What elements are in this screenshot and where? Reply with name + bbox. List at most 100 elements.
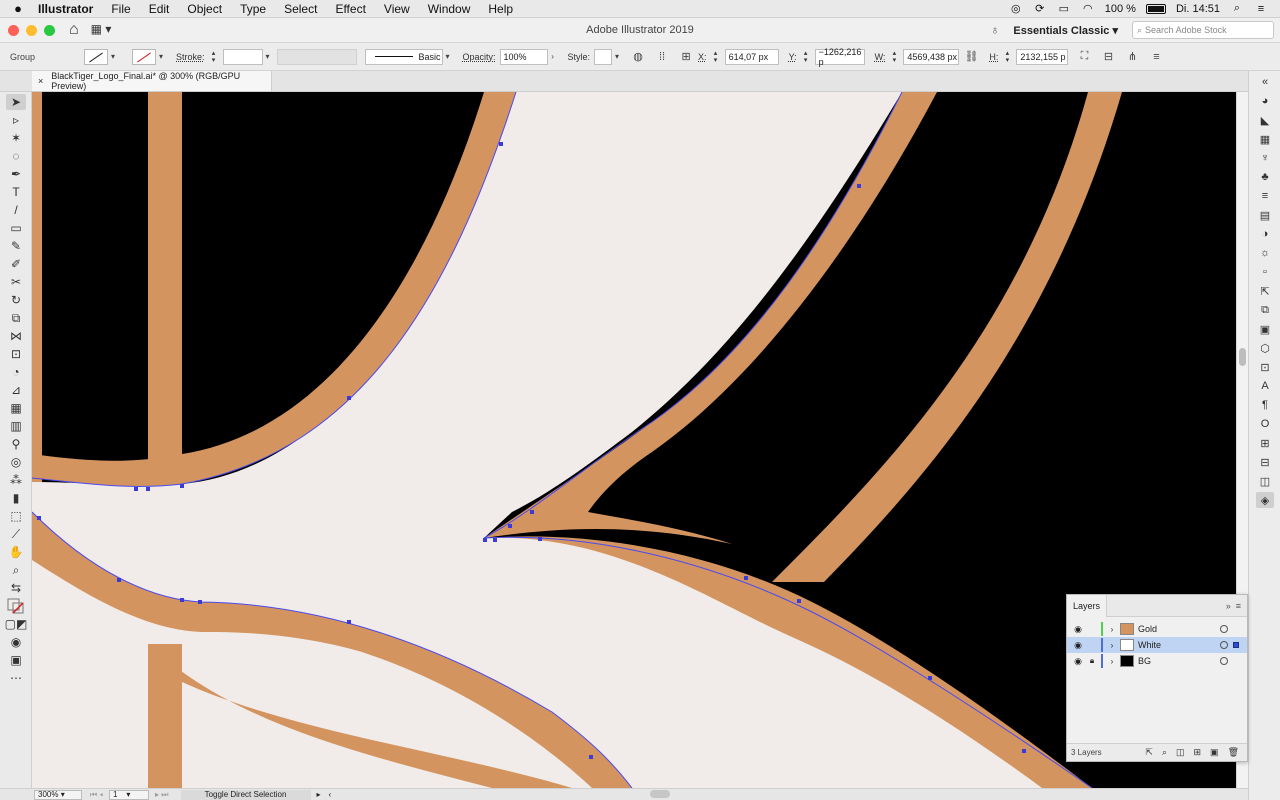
anchor-point[interactable] xyxy=(347,396,351,400)
stroke-panel-icon[interactable]: ≡ xyxy=(1256,188,1274,204)
anchor-point[interactable] xyxy=(744,576,748,580)
anchor-point[interactable] xyxy=(797,599,801,603)
sync-icon[interactable]: ⟳ xyxy=(1033,3,1047,15)
hand-tool-icon[interactable]: ✋ xyxy=(6,544,26,560)
wifi-icon[interactable]: ◠ xyxy=(1081,3,1095,15)
line-segment-tool-icon[interactable]: / xyxy=(6,202,26,218)
document-tab[interactable]: × BlackTiger_Logo_Final.ai* @ 300% (RGB/… xyxy=(32,71,272,91)
spotlight-search-icon[interactable]: ⌕ xyxy=(1230,2,1244,15)
battery-icon[interactable] xyxy=(1145,3,1166,14)
delete-layer-icon[interactable]: 🗑︎ xyxy=(1228,747,1239,758)
layer-row-bg[interactable]: ◉ 🔒︎ › BG xyxy=(1067,653,1247,669)
fill-swatch[interactable] xyxy=(84,48,108,65)
drawing-modes-icon[interactable]: ◉ xyxy=(6,634,26,650)
notification-center-icon[interactable]: ≡ xyxy=(1254,3,1268,15)
color-guide-icon[interactable]: ◣ xyxy=(1256,112,1274,128)
recolor-artwork-icon[interactable]: ◍ xyxy=(630,49,646,65)
horizontal-scroll-thumb[interactable] xyxy=(650,790,670,798)
transform-panel-icon[interactable]: ⊞ xyxy=(1256,435,1274,451)
anchor-point[interactable] xyxy=(530,510,534,514)
lock-icon[interactable]: 🔒︎ xyxy=(1087,656,1097,666)
graphic-style-swatch[interactable] xyxy=(594,48,613,65)
eyedropper-tool-icon[interactable]: ⚲ xyxy=(6,436,26,452)
transparency-panel-icon[interactable]: ◑ xyxy=(1256,226,1274,242)
visibility-eye-icon[interactable]: ◉ xyxy=(1069,656,1087,667)
stroke-label[interactable]: Stroke: xyxy=(176,52,205,62)
zoom-tool-icon[interactable]: ⌕ xyxy=(6,562,26,578)
fill-dropdown-icon[interactable]: ▾ xyxy=(108,49,118,65)
anchor-point[interactable] xyxy=(499,142,503,146)
visibility-eye-icon[interactable]: ◉ xyxy=(1069,640,1087,651)
anchor-point[interactable] xyxy=(117,578,121,582)
width-tool-icon[interactable]: ⋈ xyxy=(6,328,26,344)
w-field[interactable]: 4569,438 px xyxy=(903,48,960,65)
scroll-left-icon[interactable]: ‹ xyxy=(329,790,332,799)
menu-object[interactable]: Object xyxy=(178,2,231,16)
anchor-point[interactable] xyxy=(508,524,512,528)
workspace-switcher[interactable]: Essentials Classic ▾ xyxy=(1007,24,1124,37)
selection-tool-icon[interactable]: ➤ xyxy=(6,94,26,110)
layers-panel-menu-icon[interactable]: » ≡ xyxy=(1226,601,1247,611)
rotate-tool-icon[interactable]: ↻ xyxy=(6,292,26,308)
new-sublayer-icon[interactable]: ⊞ xyxy=(1194,747,1202,758)
layers-panel-icon[interactable]: ◈ xyxy=(1256,492,1274,508)
adobe-stock-search-input[interactable]: ⌕ Search Adobe Stock xyxy=(1132,21,1274,39)
character-panel-icon[interactable]: A xyxy=(1256,378,1274,394)
menu-help[interactable]: Help xyxy=(479,2,522,16)
status-text[interactable]: Toggle Direct Selection xyxy=(180,789,311,800)
brush-definition[interactable]: Basic xyxy=(364,48,443,65)
h-field[interactable]: 2132,155 p xyxy=(1016,48,1069,65)
artboard-canvas[interactable] xyxy=(32,92,1236,788)
creative-cloud-icon[interactable]: ◎ xyxy=(1009,3,1023,15)
pen-tool-icon[interactable]: ✒ xyxy=(6,166,26,182)
style-dropdown-icon[interactable]: ▾ xyxy=(612,49,622,65)
free-transform-tool-icon[interactable]: ⊡ xyxy=(6,346,26,362)
anchor-point[interactable] xyxy=(146,487,150,491)
fill-stroke-swap-icon[interactable]: ⇆ xyxy=(6,580,26,596)
column-graph-tool-icon[interactable]: ▮ xyxy=(6,490,26,506)
brushes-panel-icon[interactable]: ♆ xyxy=(1256,150,1274,166)
blend-tool-icon[interactable]: ◎ xyxy=(6,454,26,470)
graphic-styles-panel-icon[interactable]: ▫ xyxy=(1256,264,1274,280)
minimize-window-button[interactable] xyxy=(26,24,37,36)
layer-target-icon[interactable] xyxy=(1220,641,1228,649)
close-window-button[interactable] xyxy=(8,24,19,36)
layer-target-icon[interactable] xyxy=(1220,657,1228,665)
w-stepper[interactable]: ▴ ▾ xyxy=(889,49,899,65)
artboards-panel-icon[interactable]: ⧉ xyxy=(1256,302,1274,318)
expand-chevron-icon[interactable]: › xyxy=(1106,625,1118,634)
collapse-dock-icon[interactable]: « xyxy=(1256,74,1274,90)
apple-menu-icon[interactable]: ● xyxy=(0,1,36,16)
mesh-tool-icon[interactable]: ▦ xyxy=(6,400,26,416)
visibility-eye-icon[interactable]: ◉ xyxy=(1069,624,1087,635)
fill-stroke-icon[interactable] xyxy=(6,598,26,614)
anchor-point[interactable] xyxy=(37,516,41,520)
anchor-point[interactable] xyxy=(198,600,202,604)
anchor-point[interactable] xyxy=(347,620,351,624)
x-stepper[interactable]: ▴ ▾ xyxy=(711,49,721,65)
expand-chevron-icon[interactable]: › xyxy=(1106,657,1118,666)
screen-mode-icon[interactable]: ▣ xyxy=(6,652,26,668)
menu-edit[interactable]: Edit xyxy=(140,2,179,16)
anchor-point[interactable] xyxy=(857,184,861,188)
layer-name[interactable]: Gold xyxy=(1138,624,1218,634)
scissors-tool-icon[interactable]: ✂ xyxy=(6,274,26,290)
type-tool-icon[interactable]: T xyxy=(6,184,26,200)
stroke-weight-dropdown-icon[interactable]: ▾ xyxy=(263,49,273,65)
layer-row-gold[interactable]: ◉ › Gold xyxy=(1067,621,1247,637)
align-to-icon[interactable]: ⁞⁞ xyxy=(654,49,670,65)
anchor-point[interactable] xyxy=(493,538,497,542)
direct-selection-tool-icon[interactable]: ▹ xyxy=(6,112,26,128)
clock[interactable]: Di. 14:51 xyxy=(1176,3,1220,15)
gradient-tool-icon[interactable]: ▥ xyxy=(6,418,26,434)
stroke-swatch[interactable] xyxy=(132,48,156,65)
scale-tool-icon[interactable]: ⧉ xyxy=(6,310,26,326)
artboard-tool-icon[interactable]: ⬚ xyxy=(6,508,26,524)
menu-app-name[interactable]: Illustrator xyxy=(36,2,102,16)
shaper-tool-icon[interactable]: ✐ xyxy=(6,256,26,272)
airplay-icon[interactable]: ▭ xyxy=(1057,3,1071,15)
menu-type[interactable]: Type xyxy=(231,2,275,16)
paragraph-panel-icon[interactable]: ¶ xyxy=(1256,397,1274,413)
opentype-panel-icon[interactable]: O xyxy=(1256,416,1274,432)
menu-view[interactable]: View xyxy=(375,2,419,16)
